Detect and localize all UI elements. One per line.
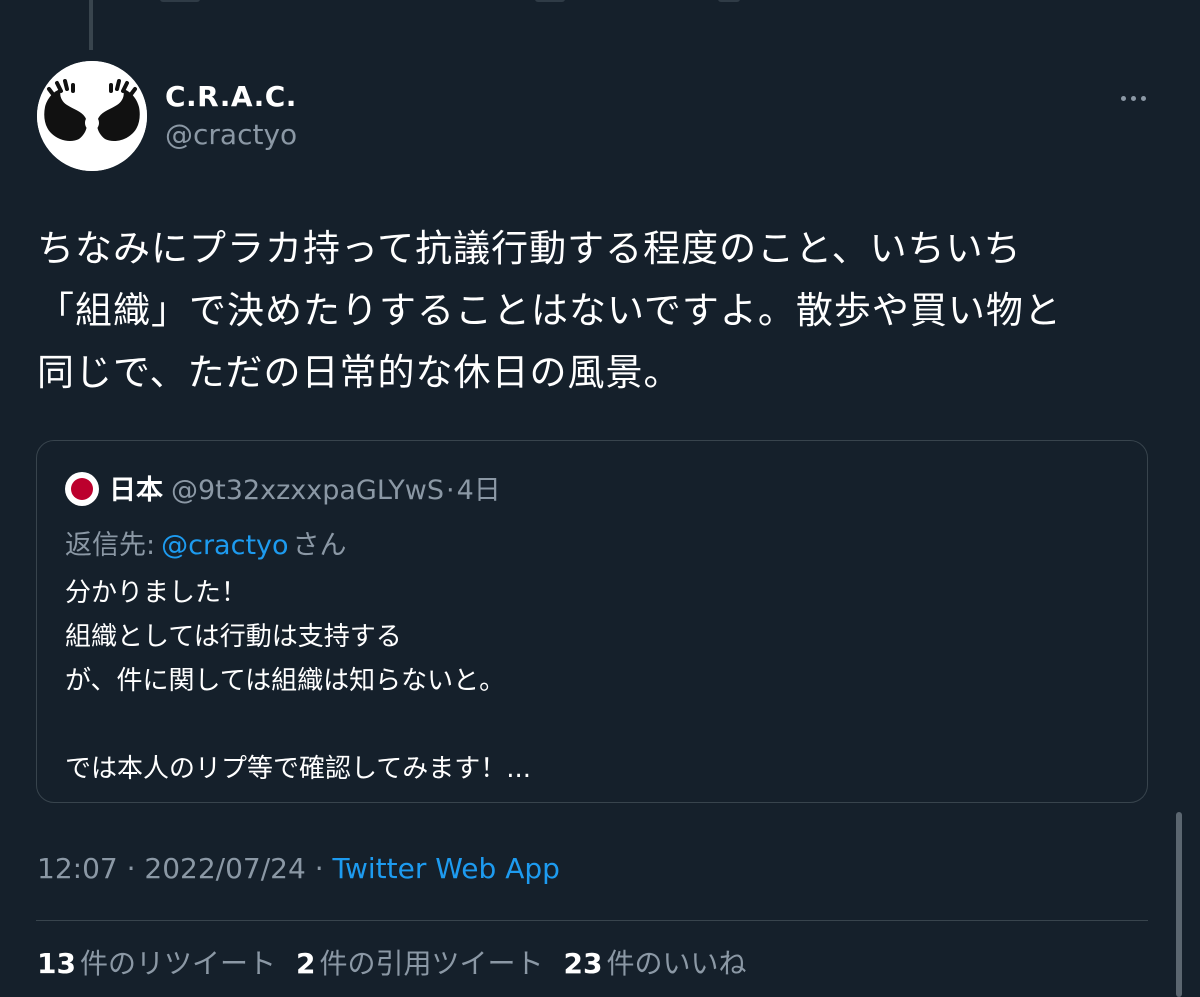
author-display-name[interactable]: C.R.A.C.: [165, 80, 297, 113]
quote-tweets-label: 件の引用ツイート: [319, 947, 544, 980]
reply-to-prefix: 返信先:: [65, 530, 156, 561]
engagement-stats: 13 件のリツイート 2 件の引用ツイート 23 件のいいね: [37, 942, 746, 982]
tweet-metadata: 12:07 · 2022/07/24 · Twitter Web App: [37, 852, 560, 885]
japan-flag-icon: [71, 478, 93, 500]
tweet-source-link[interactable]: Twitter Web App: [333, 852, 560, 885]
likes-label: 件のいいね: [606, 947, 747, 980]
quote-timestamp[interactable]: 4日: [457, 475, 501, 506]
more-dots-icon: [1120, 95, 1126, 101]
tweet-time[interactable]: 12:07: [37, 852, 118, 885]
likes-stat-link[interactable]: 23 件のいいね: [563, 942, 746, 982]
quote-tweets-count: 2: [295, 947, 316, 980]
author-handle[interactable]: @cractyo: [165, 118, 297, 151]
more-options-button[interactable]: [1112, 84, 1154, 112]
tweet-body-text: ちなみにプラカ持って抗議行動する程度のこと、いちいち 「組織」で決めたりすること…: [37, 227, 1062, 394]
quote-author-avatar[interactable]: [65, 472, 99, 506]
thread-connector-line: [89, 0, 93, 50]
quote-reply-to: 返信先: @cractyo さん: [65, 523, 347, 562]
tweet-date[interactable]: 2022/07/24: [144, 852, 305, 885]
quote-tweets-stat-link[interactable]: 2 件の引用ツイート: [296, 942, 544, 982]
more-dots-icon: [1140, 95, 1146, 101]
quote-author-name[interactable]: 日本: [109, 475, 163, 506]
meta-separator: ·: [305, 852, 333, 885]
author-avatar[interactable]: [37, 61, 147, 171]
hands-heart-logo-icon: [37, 61, 147, 171]
quote-body-text: 分かりました！ 組織としては行動は支持する が、件に関しては組織は知らないと。 …: [65, 578, 532, 784]
quote-header: 日本 @9t32xzxxpaGLYwS·4日: [109, 468, 501, 507]
quote-separator: ·: [446, 475, 455, 506]
retweets-stat-link[interactable]: 13 件のリツイート: [37, 942, 276, 982]
likes-count: 23: [563, 947, 603, 980]
tweet-detail-page: C.R.A.C. @cractyo ちなみにプラカ持って抗議行動する程度のこと、…: [0, 0, 1200, 997]
reply-to-handle-link[interactable]: @cractyo: [161, 530, 288, 561]
retweets-count: 13: [37, 947, 76, 980]
reply-to-suffix: さん: [292, 530, 347, 561]
quote-author-handle[interactable]: @9t32xzxxpaGLYwS: [171, 475, 444, 506]
previous-tweet-action-bar-edge: [0, 0, 1200, 8]
quoted-tweet-card[interactable]: 日本 @9t32xzxxpaGLYwS·4日 返信先: @cractyo さん 分かり…: [36, 440, 1148, 803]
stats-divider: [36, 920, 1148, 921]
more-dots-icon: [1130, 95, 1136, 101]
meta-separator: ·: [117, 852, 145, 885]
retweets-label: 件のリツイート: [79, 947, 276, 980]
scrollbar-thumb[interactable]: [1176, 812, 1182, 997]
